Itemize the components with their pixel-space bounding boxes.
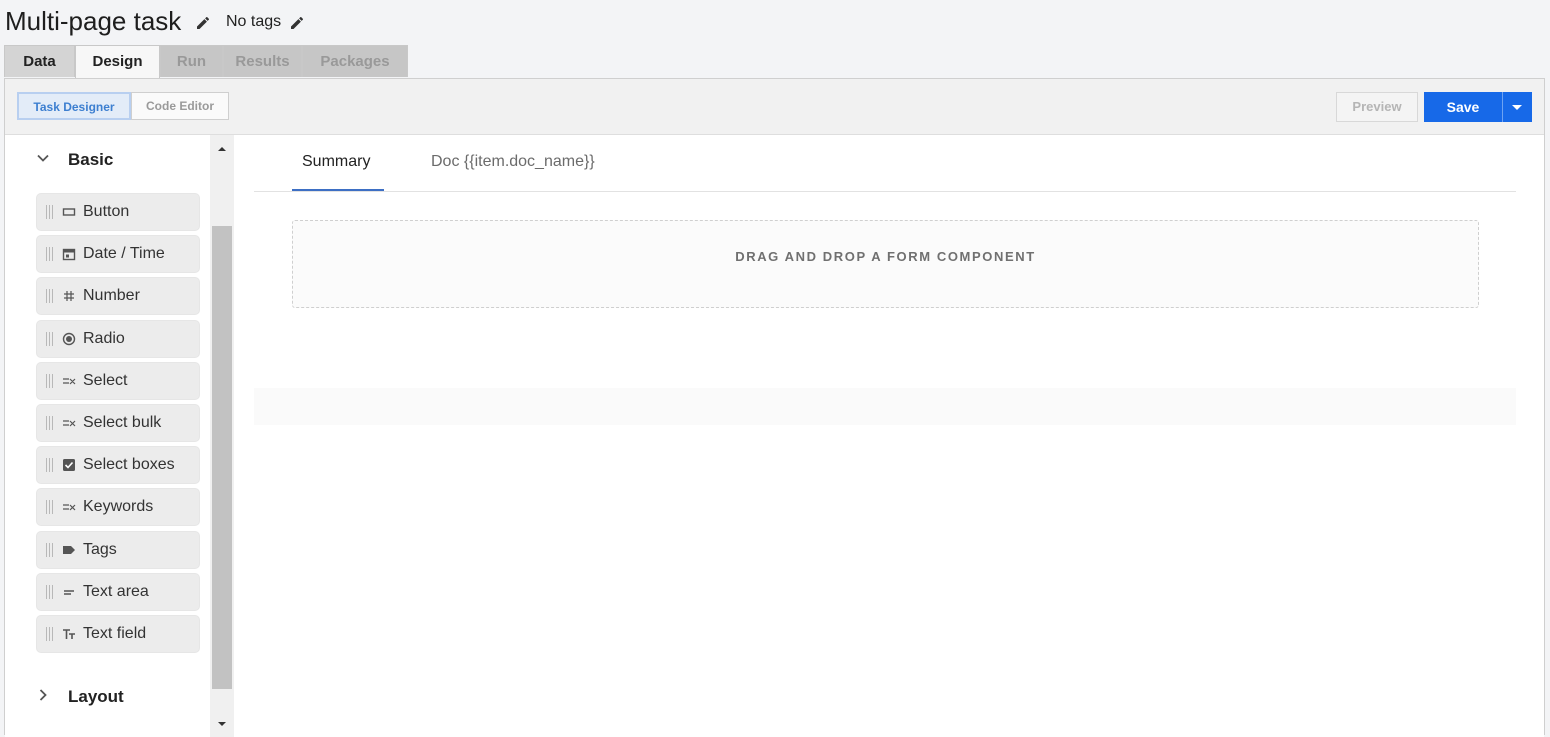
calendar-icon [62, 248, 76, 261]
chevron-right-icon [39, 689, 47, 701]
page-tab-summary[interactable]: Summary [302, 153, 370, 171]
component-text-area[interactable]: Text area [36, 572, 200, 611]
component-button[interactable]: Button [36, 193, 200, 231]
checkbox-icon [63, 459, 75, 472]
drag-handle-icon [46, 626, 54, 641]
hash-icon [64, 291, 74, 302]
radio-icon [62, 332, 76, 345]
task-designer-button[interactable]: Task Designer [17, 92, 131, 120]
component-label: Select bulk [83, 413, 162, 431]
pencil-icon[interactable] [289, 15, 305, 31]
group-label: Layout [68, 687, 124, 706]
drag-handle-icon [46, 247, 54, 262]
component-label: Text area [83, 582, 149, 600]
tags-label[interactable]: No tags [226, 13, 281, 31]
component-label: Select [83, 371, 128, 389]
tag-icon [63, 545, 75, 554]
drag-handle-icon [46, 331, 54, 346]
scroll-down-arrow-icon[interactable] [212, 715, 232, 733]
component-label: Radio [83, 329, 125, 347]
component-text-field[interactable]: Text field [36, 614, 200, 653]
drag-handle-icon [46, 415, 54, 430]
code-editor-button[interactable]: Code Editor [131, 92, 229, 120]
chevron-down-icon [37, 154, 49, 162]
component-select-boxes[interactable]: Select boxes [36, 446, 200, 485]
scrollbar-thumb[interactable] [212, 226, 232, 689]
component-tags[interactable]: Tags [36, 530, 200, 569]
header: Multi-page task No tags [0, 0, 1550, 44]
save-dropdown-button[interactable] [1502, 92, 1532, 122]
preview-button[interactable]: Preview [1336, 92, 1418, 122]
pencil-icon[interactable] [195, 15, 211, 31]
component-radio[interactable]: Radio [36, 319, 200, 358]
editor-mode-toggle: Task Designer Code Editor [17, 92, 229, 120]
component-sidebar: Basic Button Date / Time Number Radio Se… [5, 134, 234, 737]
active-tab-indicator [292, 189, 384, 191]
component-keywords[interactable]: Keywords [36, 488, 200, 527]
component-date-time[interactable]: Date / Time [36, 235, 200, 274]
component-select[interactable]: Select [36, 361, 200, 400]
textfield-icon [63, 629, 75, 639]
component-select-bulk[interactable]: Select bulk [36, 403, 200, 442]
textarea-icon [64, 589, 74, 595]
tab-packages: Packages [302, 45, 408, 77]
drag-handle-icon [46, 373, 54, 388]
component-number[interactable]: Number [36, 277, 200, 316]
drag-handle-icon [46, 542, 54, 557]
group-layout[interactable]: Layout [5, 675, 210, 715]
drag-handle-icon [46, 584, 54, 599]
component-label: Select boxes [83, 456, 175, 474]
page-tab-doc[interactable]: Doc {{item.doc_name}} [431, 153, 595, 171]
select-icon [63, 504, 76, 511]
select-icon [63, 378, 76, 385]
tab-run: Run [160, 45, 223, 77]
form-footer-strip [254, 388, 1516, 425]
scroll-up-arrow-icon[interactable] [212, 140, 232, 158]
button-icon [62, 208, 76, 216]
drag-handle-icon [46, 458, 54, 473]
drag-handle-icon [46, 289, 54, 304]
component-label: Date / Time [83, 245, 165, 263]
select-icon [63, 420, 76, 427]
page-tabs: Summary Doc {{item.doc_name}} [254, 135, 1516, 192]
main-tabs: Data Design Run Results Packages [4, 45, 408, 79]
component-list: Button Date / Time Number Radio Select S… [36, 193, 200, 657]
page-title: Multi-page task [5, 6, 182, 36]
toolbar: Task Designer Code Editor Preview Save [5, 79, 1544, 135]
component-label: Keywords [83, 498, 154, 516]
drag-handle-icon [46, 500, 54, 515]
tab-results: Results [223, 45, 302, 77]
tab-design[interactable]: Design [75, 45, 160, 79]
drag-handle-icon [46, 205, 54, 219]
drop-zone[interactable]: DRAG AND DROP A FORM COMPONENT [292, 220, 1479, 308]
component-label: Text field [83, 624, 147, 642]
component-label: Number [83, 287, 140, 305]
component-label: Tags [83, 540, 117, 558]
group-label: Basic [68, 150, 114, 169]
design-panel: Task Designer Code Editor Preview Save B… [4, 78, 1545, 737]
save-button[interactable]: Save [1424, 92, 1502, 122]
group-basic[interactable]: Basic [5, 138, 210, 178]
tab-data[interactable]: Data [4, 45, 75, 77]
form-canvas: Summary Doc {{item.doc_name}} DRAG AND D… [234, 134, 1544, 737]
component-label: Button [83, 203, 130, 220]
